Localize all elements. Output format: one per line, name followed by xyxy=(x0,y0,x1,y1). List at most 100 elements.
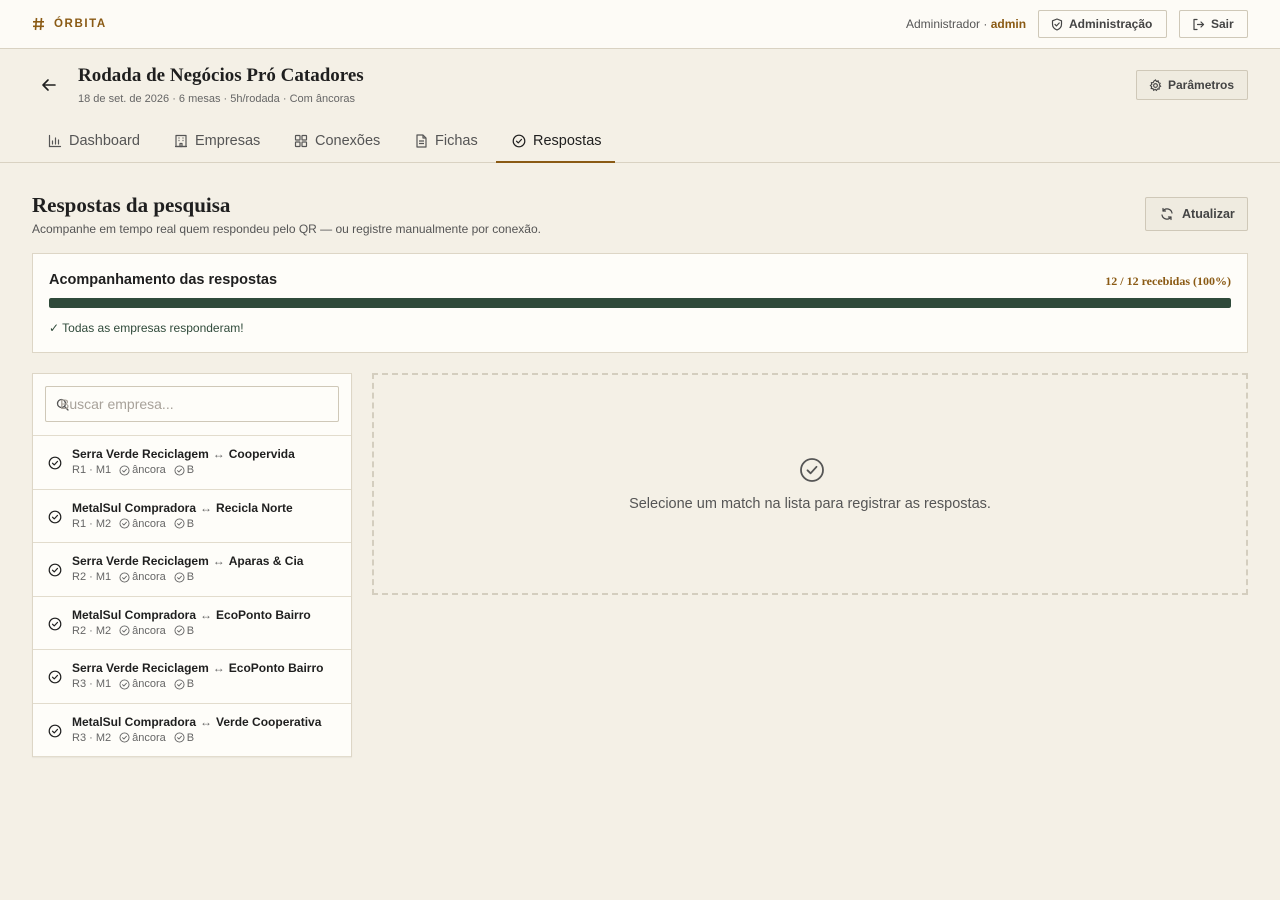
match-round: R1 · M1 xyxy=(72,464,112,476)
check-circle-icon xyxy=(48,724,62,738)
match-company-a: Serra Verde Reciclagem xyxy=(72,554,209,568)
progress-count: 12 / 12 recebidas (100%) xyxy=(1105,274,1231,288)
refresh-button-label: Atualizar xyxy=(1182,207,1235,221)
gear-icon xyxy=(1149,78,1162,92)
check-circle-icon xyxy=(119,732,130,743)
tag-label: B xyxy=(186,678,195,690)
match-company-a: MetalSul Compradora xyxy=(72,714,197,729)
bar-chart-icon xyxy=(48,134,62,148)
check-circle-icon xyxy=(48,510,62,524)
anchor-label: âncora xyxy=(132,517,166,530)
logout-button[interactable]: Sair xyxy=(1179,10,1248,38)
logout-button-label: Sair xyxy=(1211,17,1234,31)
user-separator: · xyxy=(983,17,988,31)
match-meta: R2 · M1 âncora B xyxy=(72,571,194,583)
tab-dashboard[interactable]: Dashboard xyxy=(48,120,140,162)
check-circle-icon xyxy=(512,134,526,148)
back-arrow-icon[interactable] xyxy=(40,76,58,94)
search-box xyxy=(45,386,339,422)
match-company-a: MetalSul Compradora xyxy=(72,607,197,622)
tab-respostas[interactable]: Respostas xyxy=(496,120,615,163)
match-round: R3 · M1 xyxy=(72,678,112,690)
tag-badge: B xyxy=(174,518,194,530)
match-row[interactable]: MetalSul Compradora ↔ EcoPonto Bairro R2 ·… xyxy=(33,597,351,650)
check-circle-icon xyxy=(174,518,185,529)
building-icon xyxy=(174,134,188,148)
tag-badge: B xyxy=(174,464,194,476)
anchor-label: âncora xyxy=(132,464,166,476)
match-list: Serra Verde Reciclagem ↔ Coopervida R1 · M… xyxy=(33,435,351,757)
tab-conexoes[interactable]: Conexões xyxy=(294,120,380,162)
user-role: Administrador xyxy=(906,17,981,31)
progress-complete-message: ✓ Todas as empresas responderam! xyxy=(49,321,244,335)
match-title: MetalSul Compradora ↔ EcoPonto Bairro xyxy=(72,608,311,622)
match-company-b: Verde Cooperativa xyxy=(216,714,322,729)
tag-badge: B xyxy=(174,678,194,690)
admin-button-label: Administração xyxy=(1069,17,1153,31)
match-company-b: Coopervida xyxy=(228,447,295,461)
match-company-a: Serra Verde Reciclagem xyxy=(72,661,209,675)
parameters-button[interactable]: Parâmetros xyxy=(1136,70,1248,100)
match-arrow: ↔ xyxy=(200,500,213,515)
top-bar: ÓRBITA Administrador · admin Administraç… xyxy=(0,0,1280,49)
match-arrow: ↔ xyxy=(200,607,213,622)
grid-icon xyxy=(294,134,308,148)
match-row[interactable]: Serra Verde Reciclagem ↔ EcoPonto Bairro R… xyxy=(33,650,351,704)
check-circle-icon xyxy=(174,625,185,636)
check-circle-icon xyxy=(48,670,62,684)
progress-bar-fill xyxy=(49,298,1231,308)
anchor-label: âncora xyxy=(132,678,166,690)
check-circle-icon xyxy=(174,464,185,476)
check-circle-icon xyxy=(48,617,62,631)
check-circle-icon xyxy=(119,625,130,636)
refresh-button[interactable]: Atualizar xyxy=(1145,197,1248,231)
match-title: Serra Verde Reciclagem ↔ Aparas & Cia xyxy=(72,554,303,568)
check-circle-icon xyxy=(119,678,130,690)
check-circle-icon xyxy=(174,678,185,690)
admin-button[interactable]: Administração xyxy=(1038,10,1167,38)
tab-fichas[interactable]: Fichas xyxy=(415,120,478,162)
tag-badge: B xyxy=(174,732,194,744)
check-circle-icon xyxy=(174,571,185,583)
tag-badge: B xyxy=(174,571,194,583)
check-circle-icon xyxy=(799,457,825,483)
tab-label: Dashboard xyxy=(69,133,140,149)
match-meta: R3 · M1 âncora B xyxy=(72,678,194,690)
tab-bar: Dashboard Empresas Conexões Fichas Respo… xyxy=(0,120,1280,163)
shield-icon xyxy=(1051,17,1063,31)
tab-empresas[interactable]: Empresas xyxy=(174,120,260,162)
match-arrow: ↔ xyxy=(212,447,225,461)
progress-bar xyxy=(49,298,1231,308)
tab-label: Empresas xyxy=(195,133,261,149)
brand[interactable]: ÓRBITA xyxy=(32,16,107,32)
tab-label: Fichas xyxy=(435,133,478,149)
tag-badge: B xyxy=(174,625,194,637)
match-title: Serra Verde Reciclagem ↔ EcoPonto Bairro xyxy=(72,661,323,675)
anchor-label: âncora xyxy=(132,571,166,583)
progress-title: Acompanhamento das respostas xyxy=(49,272,278,288)
tag-label: B xyxy=(186,517,195,530)
match-row[interactable]: Serra Verde Reciclagem ↔ Coopervida R1 · M… xyxy=(33,436,351,490)
anchor-label: âncora xyxy=(132,624,166,637)
check-circle-icon xyxy=(119,518,130,529)
search-input[interactable] xyxy=(46,387,338,421)
match-row[interactable]: MetalSul Compradora ↔ Verde Cooperativa R3… xyxy=(33,704,351,757)
page-subtitle: Acompanhe em tempo real quem respondeu p… xyxy=(32,222,541,236)
match-title: MetalSul Compradora ↔ Recicla Norte xyxy=(72,501,293,515)
match-meta: R1 · M2 âncora B xyxy=(72,518,194,530)
match-title: Serra Verde Reciclagem ↔ Coopervida xyxy=(72,447,295,461)
match-arrow: ↔ xyxy=(200,714,213,729)
anchor-badge: âncora xyxy=(119,518,166,530)
match-round: R1 · M2 xyxy=(72,517,112,530)
event-title: Rodada de Negócios Pró Catadores xyxy=(78,65,364,86)
anchor-badge: âncora xyxy=(119,678,166,690)
tab-label: Conexões xyxy=(315,133,381,149)
match-row[interactable]: MetalSul Compradora ↔ Recicla Norte R1 · M… xyxy=(33,490,351,543)
match-company-b: EcoPonto Bairro xyxy=(216,607,311,622)
event-meta: 18 de set. de 2026 · 6 mesas · 5h/rodada… xyxy=(78,93,355,105)
match-row[interactable]: Serra Verde Reciclagem ↔ Aparas & Cia R2 ·… xyxy=(33,543,351,597)
page-title: Respostas da pesquisa xyxy=(32,193,231,217)
match-round: R2 · M1 xyxy=(72,571,112,583)
tag-label: B xyxy=(186,571,195,583)
match-meta: R1 · M1 âncora B xyxy=(72,464,194,476)
